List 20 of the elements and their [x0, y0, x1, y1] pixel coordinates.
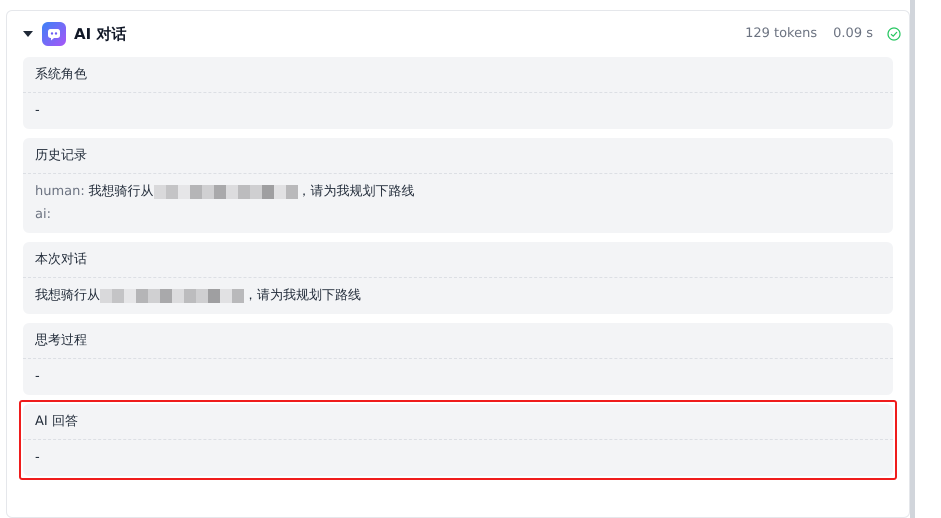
scrollbar[interactable]	[910, 0, 915, 518]
token-count: 129 tokens	[745, 25, 818, 44]
message-text: ，请为我规划下路线	[298, 183, 415, 202]
message-text: 我想骑行从	[35, 287, 100, 306]
message-text: -	[35, 368, 40, 386]
section-title: AI 回答	[35, 412, 78, 431]
caret-icon[interactable]	[23, 30, 33, 38]
section-title: 历史记录	[35, 146, 87, 165]
speaker-label: human:	[35, 183, 85, 202]
section-title: 本次对话	[35, 250, 87, 269]
section-title: 思考过程	[35, 332, 87, 350]
message-text: ，请为我规划下路线	[244, 287, 361, 306]
message-text: 我想骑行从	[88, 183, 154, 202]
node-title: AI 对话	[74, 24, 126, 45]
chat-bot-icon	[42, 22, 66, 46]
section-title: 系统角色	[35, 66, 87, 84]
speaker-label: ai:	[35, 206, 51, 224]
message-text: -	[35, 449, 40, 468]
message-text: -	[35, 102, 40, 120]
duration: 0.09 s	[833, 25, 873, 44]
